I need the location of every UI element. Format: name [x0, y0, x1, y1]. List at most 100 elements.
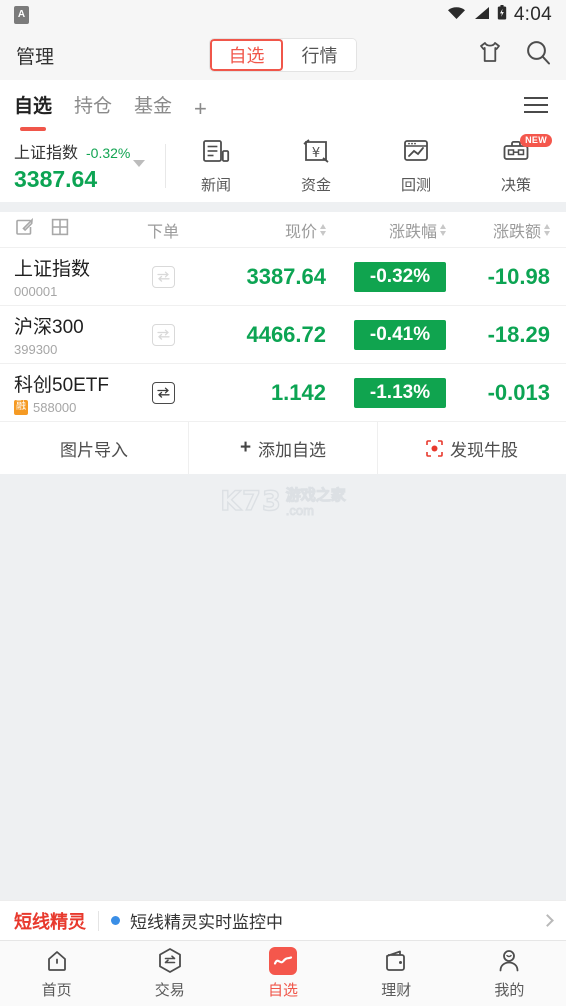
sort-icon[interactable]: [544, 223, 550, 236]
nav-item-trade[interactable]: 交易: [113, 941, 226, 1006]
search-icon[interactable]: [525, 39, 552, 71]
battery-icon: [497, 5, 507, 25]
table-row[interactable]: 沪深300 399300 4466.72 -0.41% -18.29: [0, 306, 566, 364]
stock-code: 399300: [14, 342, 58, 357]
index-summary[interactable]: 上证指数 -0.32% 3387.64: [0, 130, 165, 202]
table-row[interactable]: 上证指数 000001 3387.64 -0.32% -10.98: [0, 248, 566, 306]
grid-view-icon[interactable]: [50, 217, 70, 242]
row-subline: 399300: [14, 342, 120, 357]
edit-icon[interactable]: [14, 217, 34, 242]
change-amount: -0.013: [487, 379, 550, 405]
column-change-amt[interactable]: 涨跌额: [446, 218, 552, 242]
column-change-pct[interactable]: 涨跌幅: [326, 218, 446, 242]
table-header-icons: [14, 217, 120, 242]
index-value: 3387.64: [14, 166, 98, 192]
tab-list: 自选 持仓 基金 +: [14, 91, 207, 120]
import-image-button[interactable]: 图片导入: [0, 422, 188, 474]
notice-tag: 短线精灵: [14, 911, 86, 932]
watermark-cn: 游戏之家: [285, 487, 346, 504]
stock-name: 上证指数: [14, 259, 91, 280]
quick-action-list: 新闻 ¥ 资金 回测 NEW 决策: [166, 130, 566, 202]
plus-icon: +: [239, 437, 252, 458]
stock-code: 588000: [33, 400, 77, 415]
add-watchlist-label: 添加自选: [258, 440, 327, 460]
column-label: 现价: [284, 223, 317, 241]
change-pct-badge: -0.41%: [354, 319, 446, 350]
watermark-brand: K73: [220, 485, 282, 517]
trade-icon[interactable]: [151, 381, 175, 404]
manage-button[interactable]: 管理: [16, 42, 54, 69]
row-pct-cell: -0.41%: [326, 319, 446, 350]
column-price[interactable]: 现价: [206, 218, 326, 242]
change-pct-badge: -0.32%: [354, 261, 446, 292]
status-bar: A 4:04: [0, 0, 566, 30]
home-icon: [44, 947, 70, 975]
row-subline: 融 588000: [14, 400, 120, 415]
row-pct-cell: -0.32%: [326, 261, 446, 292]
news-document-icon: [201, 138, 231, 169]
add-group-button[interactable]: +: [194, 97, 207, 120]
notice-text: 短线精灵实时监控中: [130, 913, 283, 932]
watchlist-chart-icon: [269, 947, 297, 975]
trade-icon[interactable]: [151, 323, 175, 346]
hamburger-menu-icon[interactable]: [524, 97, 548, 113]
tab-chicang[interactable]: 持仓: [74, 91, 112, 120]
quick-action-label: 资金: [300, 176, 331, 194]
segment-watchlist[interactable]: 自选: [210, 39, 283, 71]
column-order[interactable]: 下单: [120, 218, 206, 242]
market-segmented-control[interactable]: 自选 行情: [210, 39, 356, 71]
stock-table: 下单 现价 涨跌幅 涨跌额 上证指数 000001 3387.64 -0.32%…: [0, 212, 566, 474]
quick-action-funds[interactable]: ¥ 资金: [266, 130, 366, 202]
nav-item-profile[interactable]: 我的: [453, 941, 566, 1006]
nav-item-finance[interactable]: 理财: [340, 941, 453, 1006]
nav-item-home[interactable]: 首页: [0, 941, 113, 1006]
change-amount: -18.29: [487, 321, 550, 347]
signal-icon: [473, 6, 490, 25]
add-watchlist-button[interactable]: + 添加自选: [188, 422, 377, 474]
header-icons: [477, 39, 552, 71]
quick-action-label: 决策: [500, 176, 531, 194]
discover-stocks-button[interactable]: 发现牛股: [377, 422, 566, 474]
row-order-cell[interactable]: [120, 323, 206, 346]
quick-action-backtest[interactable]: 回测: [366, 130, 466, 202]
nav-item-watchlist[interactable]: 自选: [226, 941, 339, 1006]
site-watermark: K73 游戏之家 .com: [0, 485, 566, 518]
row-name-cell: 科创50ETF 融 588000: [14, 370, 120, 415]
nav-label: 我的: [494, 982, 525, 999]
change-amount: -10.98: [487, 263, 550, 289]
notice-bar[interactable]: 短线精灵 短线精灵实时监控中: [0, 900, 566, 940]
stock-name: 沪深300: [14, 317, 84, 338]
new-badge: NEW: [520, 134, 552, 147]
app-header: 管理 自选 行情: [0, 30, 566, 80]
stock-code: 000001: [14, 284, 58, 299]
tab-jijin[interactable]: 基金: [134, 91, 172, 120]
margin-trading-badge: 融: [14, 400, 28, 415]
row-order-cell[interactable]: [120, 381, 206, 404]
change-pct-badge: -1.13%: [354, 377, 446, 408]
wallet-icon: [383, 947, 409, 975]
segment-quotes[interactable]: 行情: [283, 39, 356, 71]
scan-discover-icon: [426, 439, 443, 457]
svg-text:¥: ¥: [312, 146, 320, 161]
watermark-domain: .com: [285, 503, 314, 518]
app-notification-icon: A: [14, 6, 29, 24]
nav-label: 交易: [154, 982, 185, 999]
chart-backtest-icon: [401, 138, 431, 169]
table-row[interactable]: 科创50ETF 融 588000 1.142 -1.13% -0.013: [0, 364, 566, 422]
section-gap: [0, 202, 566, 212]
quick-action-news[interactable]: 新闻: [166, 130, 266, 202]
row-name-cell: 上证指数 000001: [14, 254, 120, 299]
chevron-down-icon[interactable]: [133, 160, 145, 167]
chevron-right-icon[interactable]: [541, 914, 554, 927]
profile-person-icon: [496, 947, 522, 975]
quick-action-decision[interactable]: NEW 决策: [466, 130, 566, 202]
tshirt-skin-icon[interactable]: [477, 41, 503, 70]
quick-action-label: 回测: [400, 176, 431, 194]
bottom-navigation: 首页 交易 自选 理财 我的: [0, 940, 566, 1006]
nav-label: 首页: [41, 982, 72, 999]
row-pct-cell: -1.13%: [326, 377, 446, 408]
tab-zixuan[interactable]: 自选: [14, 91, 52, 120]
row-order-cell[interactable]: [120, 265, 206, 288]
trade-icon[interactable]: [151, 265, 175, 288]
column-label: 下单: [146, 223, 179, 241]
